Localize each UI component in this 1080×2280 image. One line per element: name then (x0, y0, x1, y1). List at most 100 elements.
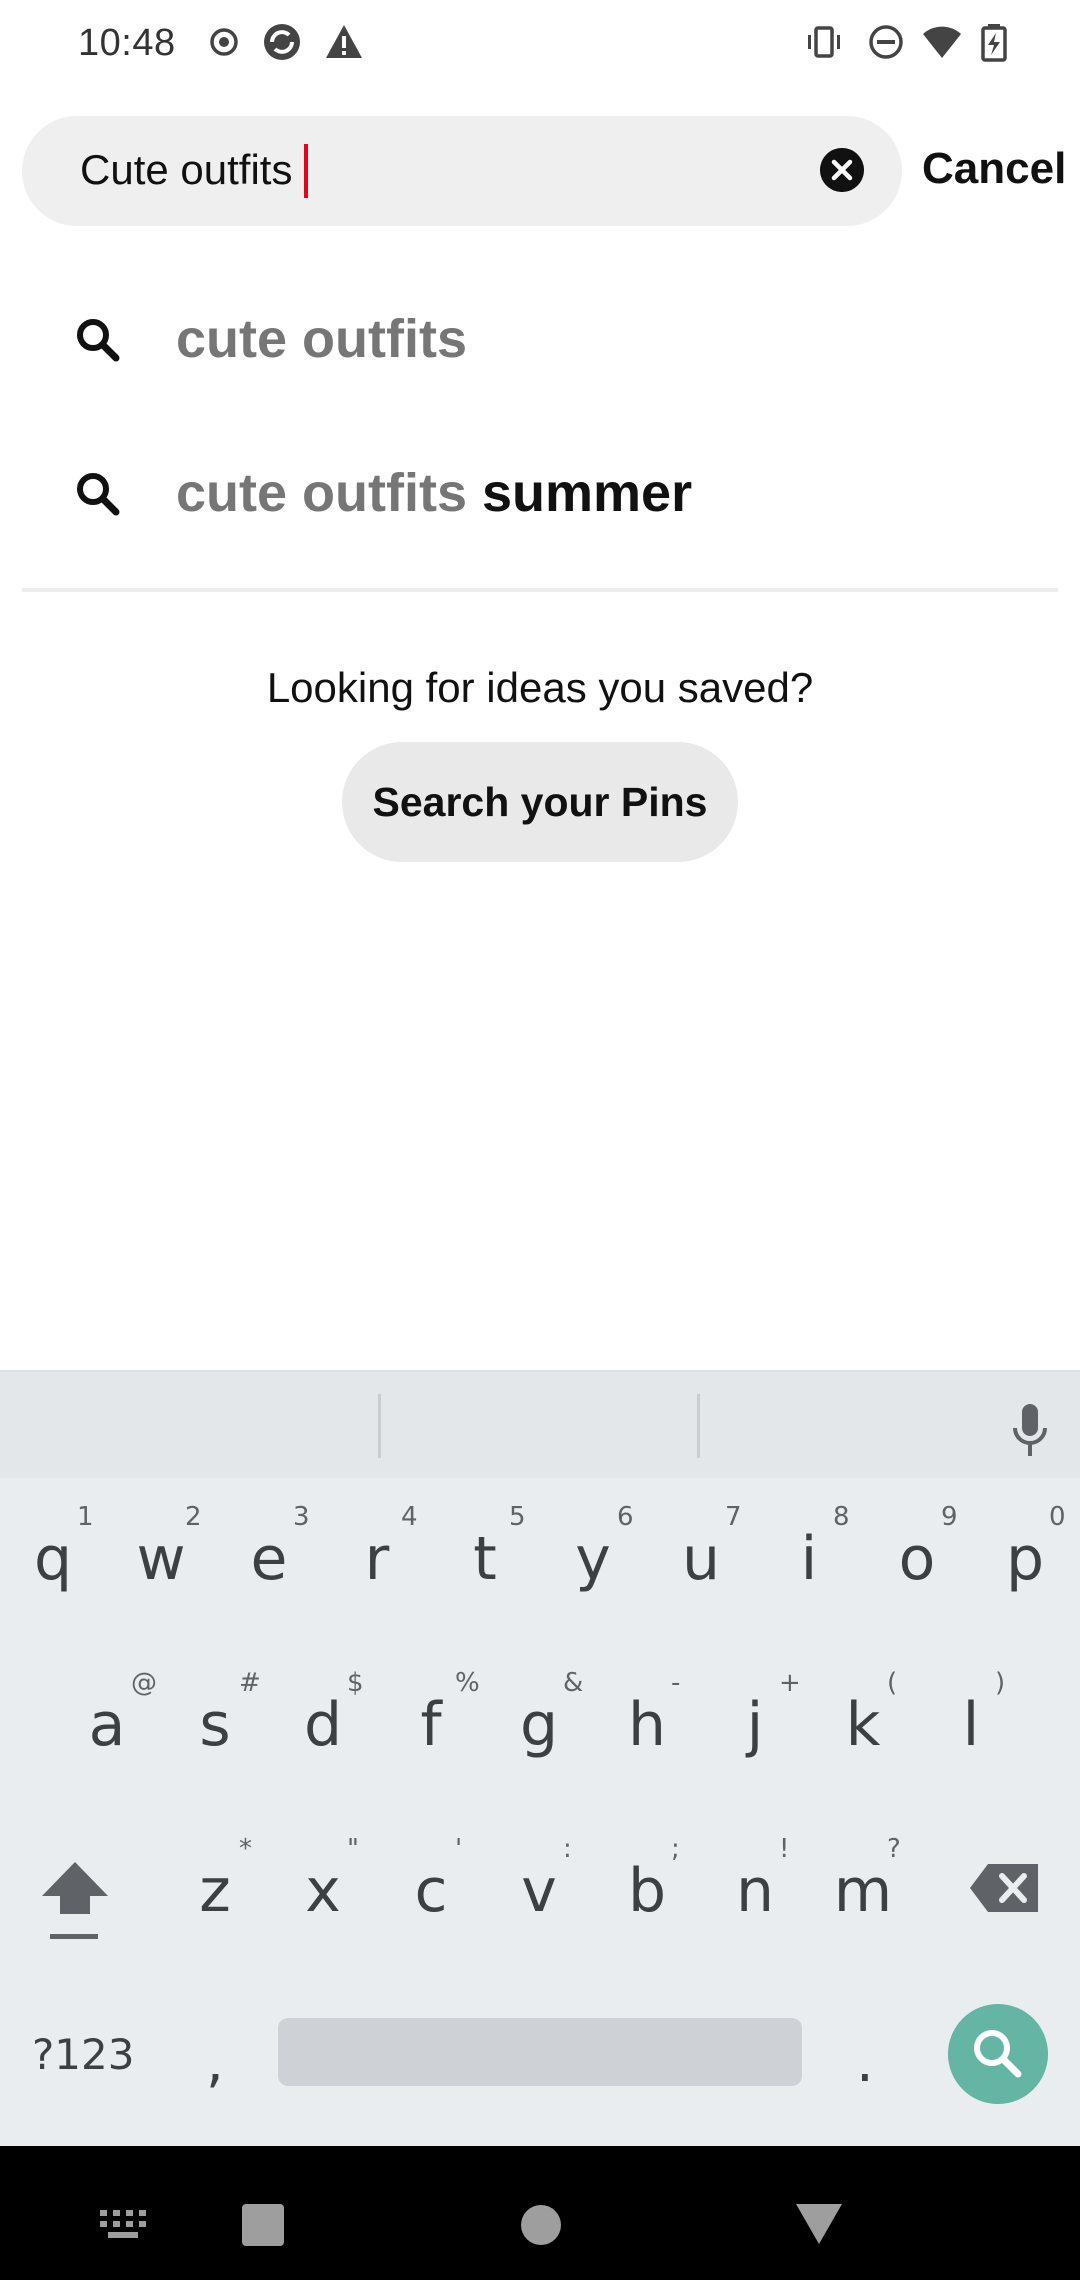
key-hint: ' (455, 1834, 463, 1864)
divider (22, 588, 1058, 592)
key-hint: 4 (401, 1502, 418, 1532)
key-f[interactable]: f% (381, 1668, 481, 1788)
key-label: m (833, 1856, 893, 1926)
key-hint: 0 (1049, 1502, 1066, 1532)
key-hint: & (563, 1668, 584, 1698)
key-d[interactable]: d $ (273, 1668, 373, 1788)
key-label: z (199, 1856, 231, 1926)
key-l[interactable]: l) (921, 1668, 1021, 1788)
key-hint: 9 (941, 1502, 958, 1532)
saved-ideas-prompt: Looking for ideas you saved? (266, 664, 814, 711)
status-time: 10:48 (78, 22, 176, 64)
home-icon[interactable] (520, 2204, 562, 2246)
space-key[interactable] (278, 2018, 802, 2086)
key-label: b (627, 1856, 667, 1926)
key-label: i (800, 1524, 818, 1594)
key-label: o (898, 1524, 936, 1594)
key-label: y (575, 1524, 611, 1594)
backspace-icon[interactable] (968, 1862, 1040, 1914)
key-m[interactable]: m? (813, 1834, 913, 1954)
key-y[interactable]: y6 (543, 1502, 643, 1622)
sync-app-icon (264, 24, 300, 60)
key-t[interactable]: t5 (435, 1502, 535, 1622)
key-label: d (303, 1690, 343, 1760)
key-hint: @ (131, 1668, 157, 1698)
key-label: t (473, 1524, 497, 1594)
cancel-button[interactable]: Cancel (922, 144, 1066, 194)
battery-charging-icon (981, 24, 1007, 62)
period-key[interactable]: . (856, 2030, 874, 2095)
status-bar: 10:48 (0, 0, 1080, 90)
vibrate-icon (808, 26, 840, 58)
search-your-pins-button[interactable]: Search your Pins (342, 742, 738, 862)
record-icon (210, 28, 238, 56)
search-icon (77, 319, 120, 362)
key-label: p (1005, 1524, 1045, 1594)
key-hint: 2 (185, 1502, 202, 1532)
key-hint: : (563, 1834, 572, 1864)
key-a[interactable]: a @ (57, 1668, 157, 1788)
key-hint: ( (887, 1668, 898, 1698)
key-hint: % (455, 1668, 480, 1698)
key-v[interactable]: v: (489, 1834, 589, 1954)
key-o[interactable]: o9 (867, 1502, 967, 1622)
key-c[interactable]: c ' (381, 1834, 481, 1954)
key-label: g (519, 1690, 559, 1760)
suggestion-item[interactable]: cute outfits (0, 264, 1080, 414)
key-hint: + (779, 1668, 801, 1698)
key-u[interactable]: u7 (651, 1502, 751, 1622)
text-caret (304, 144, 308, 198)
navigation-bar (0, 2146, 1080, 2280)
key-label: v (521, 1856, 557, 1926)
key-j[interactable]: j + (705, 1668, 805, 1788)
keyboard-switch-icon[interactable] (100, 2210, 146, 2240)
key-hint: 5 (509, 1502, 526, 1532)
wifi-icon (923, 26, 961, 58)
key-i[interactable]: i8 (759, 1502, 859, 1622)
key-label: h (627, 1690, 667, 1760)
key-hint: 6 (617, 1502, 634, 1532)
microphone-icon[interactable] (1010, 1402, 1050, 1458)
comma-key[interactable]: , (206, 2030, 224, 2095)
key-label: u (681, 1524, 721, 1594)
key-w[interactable]: w2 (111, 1502, 211, 1622)
key-hint: ; (671, 1834, 680, 1864)
key-r[interactable]: r4 (327, 1502, 427, 1622)
key-z[interactable]: z * (165, 1834, 265, 1954)
key-b[interactable]: b; (597, 1834, 697, 1954)
key-s[interactable]: s # (165, 1668, 265, 1788)
key-label: r (364, 1524, 390, 1594)
key-k[interactable]: k( (813, 1668, 913, 1788)
clear-icon[interactable] (820, 148, 864, 192)
key-p[interactable]: p0 (975, 1502, 1075, 1622)
search-key[interactable] (948, 2004, 1048, 2104)
key-hint: ? (887, 1834, 901, 1864)
key-g[interactable]: g & (489, 1668, 589, 1788)
key-hint: 3 (293, 1502, 310, 1532)
key-label: e (250, 1524, 288, 1594)
shift-icon[interactable] (40, 1858, 110, 1948)
key-n[interactable]: n! (705, 1834, 805, 1954)
suggestion-item[interactable]: cute outfits summer (0, 418, 1080, 568)
key-label: n (735, 1856, 775, 1926)
key-x[interactable]: x " (273, 1834, 373, 1954)
key-hint: * (239, 1834, 252, 1864)
key-label: q (33, 1524, 73, 1594)
back-icon[interactable] (796, 2204, 842, 2244)
key-e[interactable]: e3 (219, 1502, 319, 1622)
recents-icon[interactable] (242, 2204, 284, 2246)
search-icon (77, 473, 120, 516)
suggestion-strip (0, 1370, 1080, 1478)
key-hint: # (239, 1668, 261, 1698)
search-input-value: Cute outfits (80, 146, 293, 193)
key-h[interactable]: h- (597, 1668, 697, 1788)
symbols-key[interactable]: ?123 (32, 2030, 134, 2079)
strip-separator (697, 1394, 700, 1458)
warning-icon (326, 25, 362, 58)
key-label: k (845, 1690, 881, 1760)
key-label: a (88, 1690, 126, 1760)
search-input[interactable]: Cute outfits (22, 116, 902, 226)
suggestion-completion: summer (467, 463, 693, 523)
key-q[interactable]: q1 (3, 1502, 103, 1622)
key-hint: 1 (77, 1502, 94, 1532)
